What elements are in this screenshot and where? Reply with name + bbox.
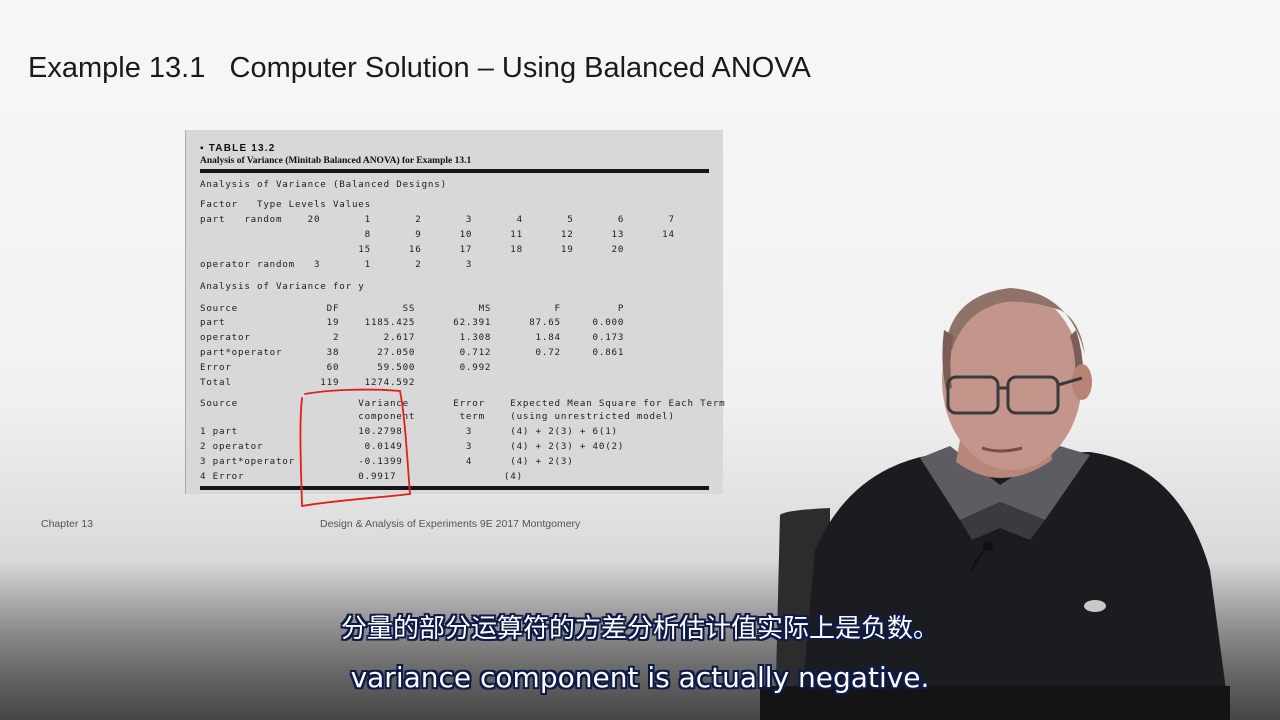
table-heading: ▪ TABLE 13.2 xyxy=(200,143,276,154)
footer-citation: Design & Analysis of Experiments 9E 2017… xyxy=(320,518,581,530)
table-top-rule xyxy=(200,169,709,173)
subtitle-english: variance component is actually negative. xyxy=(350,661,930,694)
anova-row: Error 60 59.500 0.992 xyxy=(200,362,492,373)
component-row: 4 Error 0.9917 (4) xyxy=(200,471,523,482)
anova-row: part 19 1185.425 62.391 87.65 0.000 xyxy=(200,317,625,328)
footer-chapter: Chapter 13 xyxy=(41,518,93,530)
presenter-video xyxy=(760,288,1230,720)
factor-header: Factor Type Levels Values xyxy=(200,199,371,210)
component-row: 2 operator 0.0149 3 (4) + 2(3) + 40(2) xyxy=(200,441,625,452)
component-header-row: Source Variance Error Expected Mean Squa… xyxy=(200,398,726,409)
slide-title: Example 13.1 Computer Solution – Using B… xyxy=(28,52,811,84)
component-row: 3 part*operator -0.1399 4 (4) + 2(3) xyxy=(200,456,574,467)
factor-line: 15 16 17 18 19 20 xyxy=(200,244,625,255)
component-header-row: component term (using unrestricted model… xyxy=(200,411,675,422)
anova-row: operator 2 2.617 1.308 1.84 0.173 xyxy=(200,332,625,343)
component-row: 1 part 10.2798 3 (4) + 2(3) + 6(1) xyxy=(200,426,618,437)
anova-header-row: Source DF SS MS F P xyxy=(200,303,625,314)
anova-row: Total 119 1274.592 xyxy=(200,377,416,388)
table-bottom-rule xyxy=(200,486,709,490)
factor-line: 8 9 10 11 12 13 14 xyxy=(200,229,675,240)
factor-line: operator random 3 1 2 3 xyxy=(200,259,473,270)
anova-section-title: Analysis of Variance (Balanced Designs) xyxy=(200,179,447,190)
table-caption: Analysis of Variance (Minitab Balanced A… xyxy=(200,156,472,166)
anova-y-title: Analysis of Variance for y xyxy=(200,281,365,292)
subtitle-chinese: 分量的部分运算符的方差分析估计值实际上是负数。 xyxy=(340,614,939,644)
anova-row: part*operator 38 27.050 0.712 0.72 0.861 xyxy=(200,347,625,358)
factor-line: part random 20 1 2 3 4 5 6 7 xyxy=(200,214,675,225)
